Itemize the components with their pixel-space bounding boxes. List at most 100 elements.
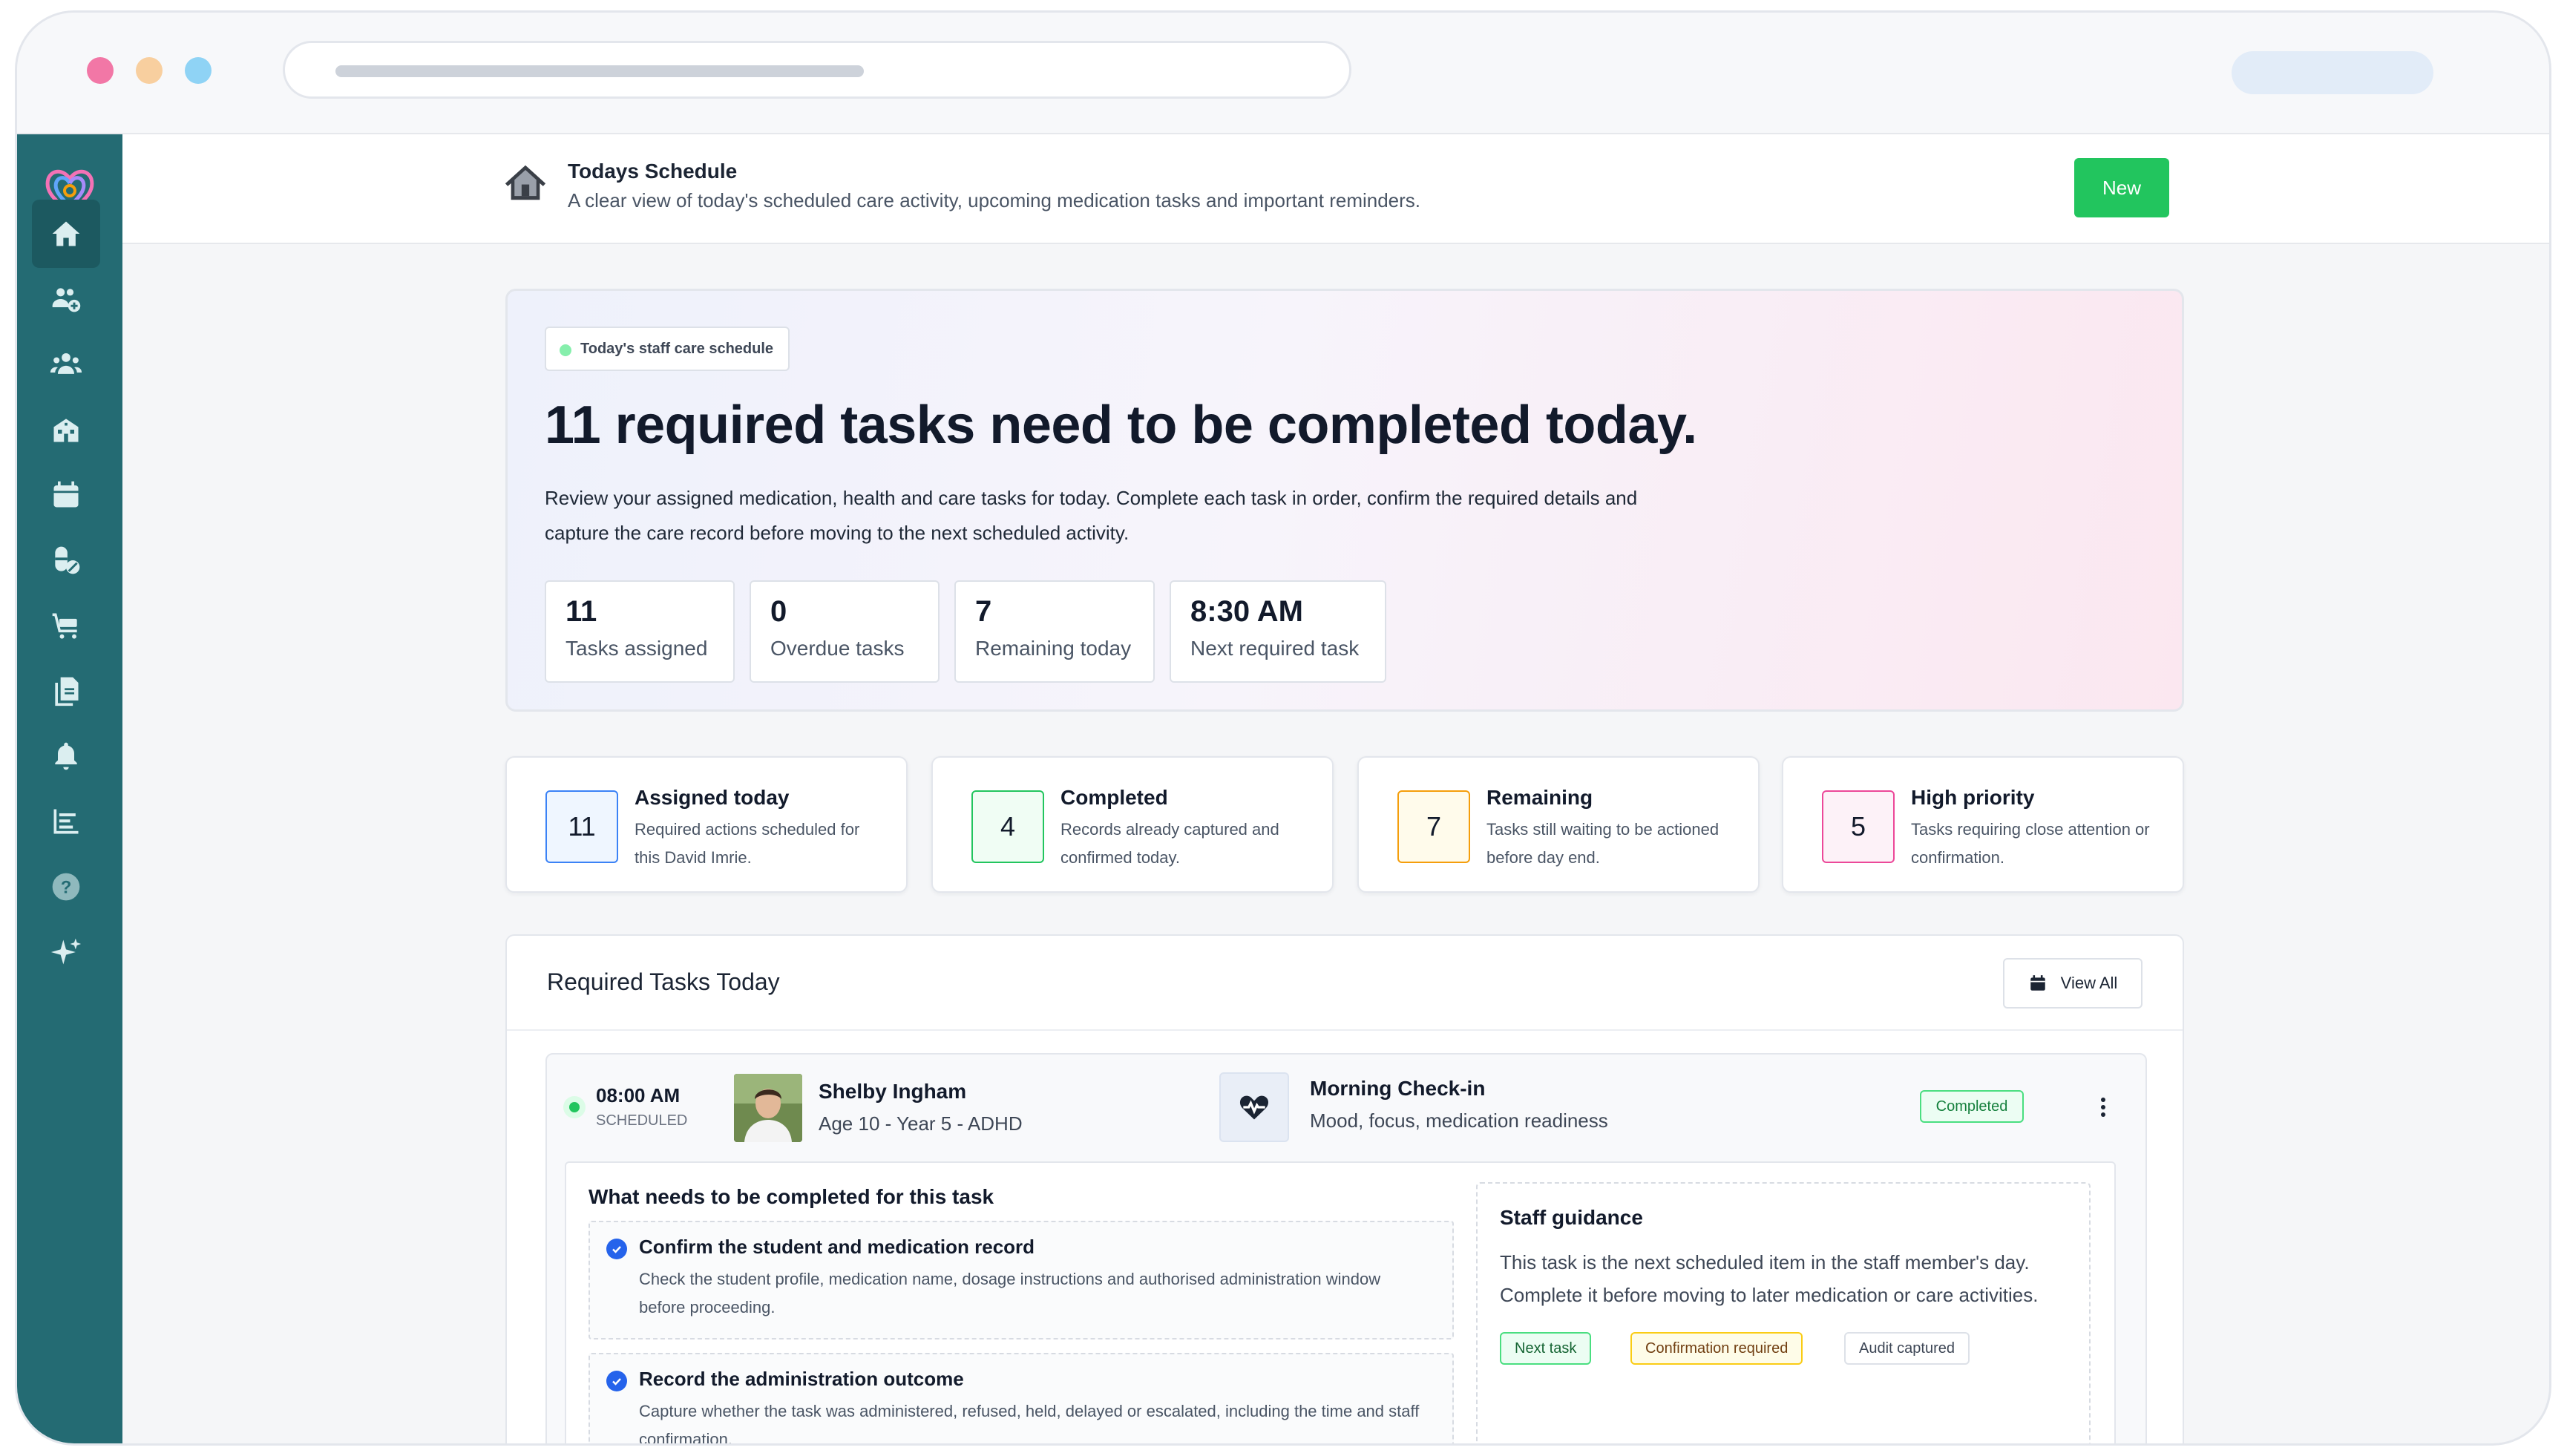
window-close-dot[interactable] xyxy=(87,57,114,84)
calendar-icon xyxy=(53,481,79,508)
people-icon xyxy=(50,352,82,374)
svg-text:?: ? xyxy=(61,877,72,897)
guidance-title: Staff guidance xyxy=(1500,1206,1643,1229)
status-dot xyxy=(563,1096,586,1118)
summary-description: Tasks requiring close attention or confi… xyxy=(1911,820,2150,867)
requirement-description: Check the student profile, medication na… xyxy=(639,1270,1381,1316)
nav-help[interactable]: ? xyxy=(32,853,100,921)
summary-card-high-priority[interactable]: 5 High priority Tasks requiring close at… xyxy=(1782,756,2184,893)
stat-value: 0 xyxy=(770,595,787,628)
calendar-icon xyxy=(2030,975,2045,991)
requirements-title: What needs to be completed for this task xyxy=(589,1185,994,1208)
summary-count: 4 xyxy=(971,790,1044,863)
check-circle-icon xyxy=(606,1371,627,1391)
hero-description: Review your assigned medication, health … xyxy=(545,487,1638,544)
view-all-label: View All xyxy=(2060,974,2118,992)
reports-icon xyxy=(53,809,79,834)
activity-name: Morning Check-in xyxy=(1310,1077,1486,1100)
stat-next-required-task: 8:30 AM Next required task xyxy=(1170,580,1386,683)
nav-cart[interactable] xyxy=(32,591,100,660)
medication-icon xyxy=(55,546,80,574)
task-item[interactable]: 08:00 AM SCHEDULED Shelby Ingham Age 10 … xyxy=(545,1053,2147,1446)
nav-people[interactable] xyxy=(32,330,100,399)
heart-pulse-icon xyxy=(1239,1095,1269,1120)
requirement-title: Record the administration outcome xyxy=(639,1368,964,1390)
group-add-icon xyxy=(52,288,81,312)
summary-count: 11 xyxy=(545,790,618,863)
bell-icon xyxy=(55,742,77,770)
nav-group-add[interactable] xyxy=(32,265,100,333)
nav-documents[interactable] xyxy=(32,657,100,725)
sparkle-icon xyxy=(50,938,82,965)
required-tasks-panel: Required Tasks Today View All 08:00 AM S… xyxy=(505,934,2184,1446)
avatar xyxy=(734,1074,802,1142)
summary-description: Tasks still waiting to be actioned befor… xyxy=(1486,820,1719,867)
stat-remaining-today: 7 Remaining today xyxy=(954,580,1155,683)
status-dot xyxy=(560,344,571,356)
tasks-header: Required Tasks Today View All xyxy=(507,936,2183,1031)
summary-count: 7 xyxy=(1397,790,1470,863)
stat-value: 11 xyxy=(565,595,597,628)
guidance-description: This task is the next scheduled item in … xyxy=(1500,1251,2039,1306)
requirement-title: Confirm the student and medication recor… xyxy=(639,1236,1035,1258)
nav-notifications[interactable] xyxy=(32,722,100,790)
browser-window: ? Todays Schedule A clear view of today'… xyxy=(15,10,2551,1446)
requirement-description: Capture whether the task was administere… xyxy=(639,1402,1420,1446)
status-badge: Completed xyxy=(1920,1090,2024,1123)
more-options-icon[interactable] xyxy=(2094,1089,2113,1126)
summary-title: High priority xyxy=(1911,786,2035,809)
window-maximize-dot[interactable] xyxy=(185,57,212,84)
nav-ai[interactable] xyxy=(32,918,100,986)
requirement-item: Record the administration outcome Captur… xyxy=(589,1353,1454,1446)
summary-title: Remaining xyxy=(1486,786,1593,809)
hero-badge-label: Today's staff care schedule xyxy=(580,340,774,357)
summary-title: Assigned today xyxy=(635,786,790,809)
tag-confirmation-required: Confirmation required xyxy=(1630,1332,1803,1365)
summary-description: Records already captured and confirmed t… xyxy=(1060,820,1279,867)
page-header: Todays Schedule A clear view of today's … xyxy=(122,134,2549,244)
hero-title: 11 required tasks need to be completed t… xyxy=(545,396,1697,455)
summary-description: Required actions scheduled for this Davi… xyxy=(635,820,860,867)
new-button[interactable]: New xyxy=(2074,158,2169,217)
stat-tasks-assigned: 11 Tasks assigned xyxy=(545,580,735,683)
staff-guidance: Staff guidance This task is the next sch… xyxy=(1476,1182,2091,1443)
check-circle-icon xyxy=(606,1239,627,1259)
summary-count: 5 xyxy=(1822,790,1895,863)
schedule-hero: Today's staff care schedule 11 required … xyxy=(505,289,2184,712)
activity-icon xyxy=(1219,1072,1289,1142)
window-minimize-dot[interactable] xyxy=(136,57,163,84)
cart-icon xyxy=(52,613,77,639)
person-meta: Age 10 - Year 5 - ADHD xyxy=(819,1112,1023,1135)
browser-chrome xyxy=(17,13,2549,134)
sidebar: ? xyxy=(17,134,122,1443)
summary-card-remaining[interactable]: 7 Remaining Tasks still waiting to be ac… xyxy=(1357,756,1760,893)
nav-reports[interactable] xyxy=(32,787,100,856)
stat-label: Overdue tasks xyxy=(770,637,905,660)
browser-action-pill[interactable] xyxy=(2232,51,2433,94)
nav-home[interactable] xyxy=(32,200,100,268)
summary-card-completed[interactable]: 4 Completed Records already captured and… xyxy=(931,756,1334,893)
address-bar[interactable] xyxy=(283,41,1351,99)
activity-meta: Mood, focus, medication readiness xyxy=(1310,1109,1608,1132)
help-icon: ? xyxy=(52,873,80,901)
building-icon xyxy=(53,419,79,442)
stat-label: Remaining today xyxy=(975,637,1132,660)
task-status: SCHEDULED xyxy=(596,1112,688,1129)
stat-label: Tasks assigned xyxy=(565,637,708,660)
person-name: Shelby Ingham xyxy=(819,1080,967,1103)
page-title: Todays Schedule xyxy=(568,160,738,183)
home-icon xyxy=(52,221,80,246)
home-icon xyxy=(502,160,548,206)
tag-audit-captured: Audit captured xyxy=(1844,1332,1970,1365)
documents-icon xyxy=(55,677,79,706)
nav-medication[interactable] xyxy=(32,526,100,594)
stat-value: 8:30 AM xyxy=(1190,595,1303,628)
task-details: What needs to be completed for this task… xyxy=(565,1161,2116,1446)
task-time: 08:00 AM xyxy=(596,1084,681,1106)
view-all-button[interactable]: View All xyxy=(2003,958,2143,1009)
nav-building[interactable] xyxy=(32,396,100,464)
stat-label: Next required task xyxy=(1190,637,1360,660)
tag-next-task: Next task xyxy=(1500,1332,1592,1365)
summary-card-assigned[interactable]: 11 Assigned today Required actions sched… xyxy=(505,756,908,893)
nav-calendar[interactable] xyxy=(32,461,100,529)
